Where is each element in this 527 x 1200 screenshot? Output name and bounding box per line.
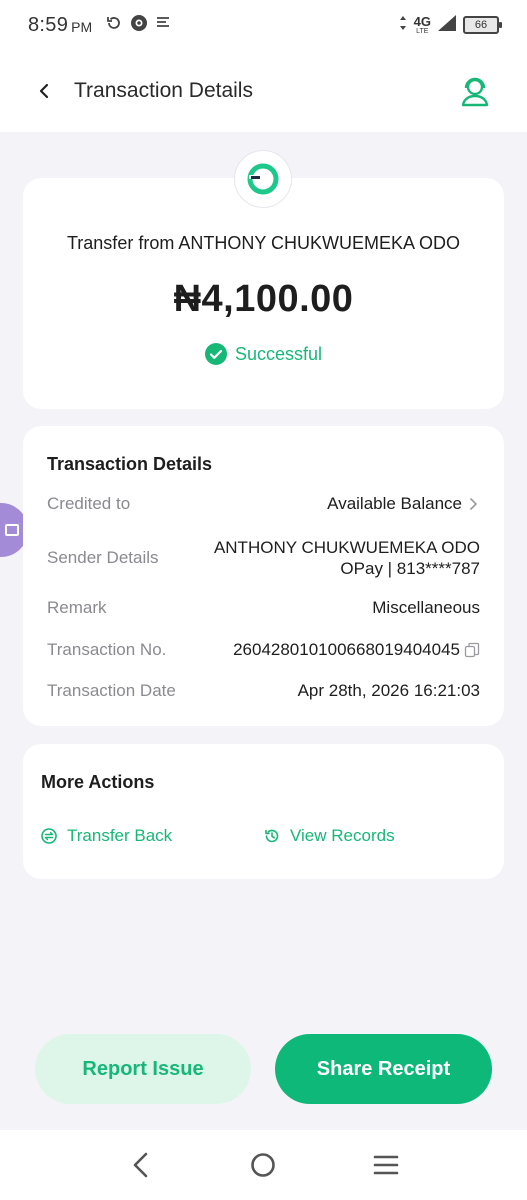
signal-icon bbox=[437, 14, 457, 37]
credited-to-value: Available Balance bbox=[327, 494, 480, 514]
remark-row: Remark Miscellaneous bbox=[47, 598, 480, 618]
sender-name: ANTHONY CHUKWUEMEKA ODO bbox=[213, 538, 480, 557]
transaction-no-text: 260428010100668019404045 bbox=[233, 640, 460, 659]
page-title: Transaction Details bbox=[74, 79, 253, 102]
transaction-date-label: Transaction Date bbox=[47, 681, 176, 700]
transaction-status: Successful bbox=[23, 343, 504, 365]
details-heading: Transaction Details bbox=[47, 454, 213, 474]
sender-account: OPay | 813****787 bbox=[340, 559, 480, 579]
view-records-label: View Records bbox=[290, 826, 395, 845]
nav-menu-button[interactable] bbox=[366, 1145, 406, 1185]
menu-lines-icon bbox=[156, 16, 170, 35]
transaction-date-value: Apr 28th, 2026 16:21:03 bbox=[297, 681, 480, 700]
system-navigation-bar bbox=[0, 1130, 527, 1200]
chevron-right-icon bbox=[470, 498, 478, 510]
app-header: Transaction Details bbox=[0, 50, 527, 132]
history-icon bbox=[265, 829, 279, 843]
network-type: 4G LTE bbox=[414, 15, 431, 35]
sender-details-row: Sender Details ANTHONY CHUKWUEMEKA ODO O… bbox=[47, 537, 480, 580]
credited-to-text: Available Balance bbox=[327, 494, 462, 513]
status-bar: 8:59 PM 4G LTE 66 bbox=[0, 0, 527, 50]
app-notification-icon bbox=[130, 14, 148, 37]
share-receipt-button[interactable]: Share Receipt bbox=[275, 1034, 492, 1104]
transaction-no-row: Transaction No. 260428010100668019404045 bbox=[47, 640, 480, 660]
customer-support-icon bbox=[461, 77, 489, 107]
back-button[interactable] bbox=[28, 75, 60, 107]
battery-level: 66 bbox=[474, 19, 488, 31]
transfer-title: Transfer from ANTHONY CHUKWUEMEKA ODO bbox=[66, 233, 461, 253]
view-records-button[interactable]: View Records bbox=[264, 826, 395, 846]
status-ampm: PM bbox=[71, 19, 93, 35]
sync-icon bbox=[106, 15, 122, 36]
transaction-no-label: Transaction No. bbox=[47, 640, 167, 659]
nav-back-button[interactable] bbox=[121, 1145, 161, 1185]
report-issue-button[interactable]: Report Issue bbox=[35, 1034, 251, 1104]
nav-back-icon bbox=[133, 1152, 148, 1178]
remark-label: Remark bbox=[47, 598, 107, 617]
remark-value: Miscellaneous bbox=[372, 598, 480, 617]
transaction-amount: ₦4,100.00 bbox=[173, 278, 354, 320]
status-notification-icons bbox=[106, 14, 170, 37]
chat-icon bbox=[5, 524, 19, 536]
network-type-label: 4G bbox=[413, 14, 431, 29]
customer-support-button[interactable] bbox=[457, 73, 493, 109]
transaction-date-row: Transaction Date Apr 28th, 2026 16:21:03 bbox=[47, 681, 480, 701]
network-sub-label: LTE bbox=[416, 28, 429, 35]
check-circle-icon bbox=[204, 343, 227, 365]
copy-icon[interactable] bbox=[464, 642, 480, 658]
credited-to-row[interactable]: Credited to Available Balance bbox=[47, 494, 480, 514]
credited-to-label: Credited to bbox=[47, 494, 131, 513]
opay-logo-icon bbox=[247, 163, 279, 195]
nav-menu-icon bbox=[373, 1155, 399, 1175]
more-actions-card: More Actions Transfer Back View Records bbox=[23, 744, 504, 879]
data-arrows-icon bbox=[398, 15, 408, 36]
more-actions-heading: More Actions bbox=[41, 772, 155, 792]
transaction-summary-card: Transfer from ANTHONY CHUKWUEMEKA ODO ₦4… bbox=[23, 178, 504, 409]
battery-icon: 66 bbox=[463, 16, 502, 34]
nav-home-button[interactable] bbox=[243, 1145, 283, 1185]
status-label: Successful bbox=[234, 343, 323, 364]
nav-home-icon bbox=[251, 1153, 276, 1177]
transaction-no-value: 260428010100668019404045 bbox=[233, 640, 480, 660]
chevron-left-icon bbox=[39, 83, 49, 99]
transfer-back-label: Transfer Back bbox=[67, 826, 173, 845]
sender-details-label: Sender Details bbox=[47, 548, 159, 568]
transaction-details-card: Transaction Details Credited to Availabl… bbox=[23, 426, 504, 726]
transfer-back-button[interactable]: Transfer Back bbox=[41, 826, 172, 846]
sender-details-value: ANTHONY CHUKWUEMEKA ODO OPay | 813****78… bbox=[214, 537, 480, 580]
transfer-back-icon bbox=[41, 828, 57, 844]
status-time: 8:59 bbox=[28, 13, 69, 36]
opay-logo bbox=[234, 150, 292, 208]
status-right-icons: 4G LTE 66 bbox=[398, 14, 502, 37]
